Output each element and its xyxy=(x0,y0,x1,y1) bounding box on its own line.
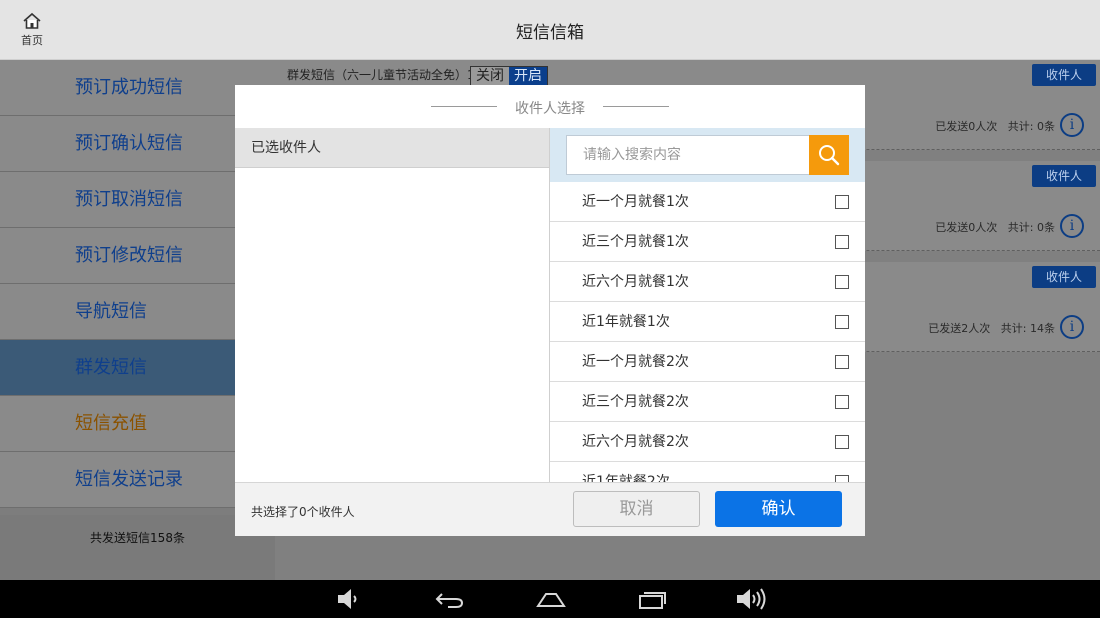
sent-count: 已发送2人次 xyxy=(928,322,991,335)
sidebar-item-sms-history[interactable]: 短信发送记录 xyxy=(0,452,235,508)
sidebar-total: 共发送短信158条 xyxy=(0,515,275,580)
recipient-button[interactable]: 收件人 xyxy=(1032,266,1096,288)
sms-total-count: 共发送短信158条 xyxy=(90,531,185,545)
system-nav-bar xyxy=(0,580,1100,618)
option-checkbox[interactable] xyxy=(835,355,849,369)
back-button[interactable] xyxy=(432,584,468,614)
option-checkbox[interactable] xyxy=(835,475,849,482)
recent-apps-icon xyxy=(639,592,666,609)
sidebar-item-booking-confirm[interactable]: 预订确认短信 xyxy=(0,116,235,172)
cancel-button[interactable]: 取消 xyxy=(573,491,700,527)
info-icon[interactable]: i xyxy=(1060,214,1084,238)
sidebar-item-sms-recharge[interactable]: 短信充值 xyxy=(0,396,235,452)
option-item[interactable]: 近1年就餐1次 xyxy=(550,302,865,342)
recent-apps-button[interactable] xyxy=(634,584,670,614)
search-button[interactable] xyxy=(809,135,849,175)
selected-count: 共选择了0个收件人 xyxy=(251,505,355,519)
back-icon xyxy=(435,593,464,608)
option-item[interactable]: 近1年就餐2次 xyxy=(550,462,865,482)
dialog-header: 收件人选择 xyxy=(235,85,865,128)
search-bar xyxy=(550,128,865,182)
page-title: 短信信箱 xyxy=(516,23,584,43)
sent-count: 已发送0人次 xyxy=(935,120,998,133)
card-title: 群发短信（六一儿童节活动全免）1 xyxy=(287,68,475,82)
option-label: 近1年就餐1次 xyxy=(582,314,670,330)
option-item[interactable]: 近六个月就餐1次 xyxy=(550,262,865,302)
toggle-off[interactable]: 关闭 xyxy=(471,67,509,85)
option-item[interactable]: 近一个月就餐1次 xyxy=(550,182,865,222)
title-bar: 首页 短信信箱 xyxy=(0,0,1100,60)
search-input[interactable] xyxy=(566,135,810,175)
option-checkbox[interactable] xyxy=(835,275,849,289)
total-count: 共计: 0条 xyxy=(1007,221,1055,234)
home-nav-icon xyxy=(536,593,566,607)
option-label: 近一个月就餐2次 xyxy=(582,354,689,370)
sent-info: 已发送0人次 共计: 0条 xyxy=(935,219,1055,235)
recipient-select-dialog: 收件人选择 已选收件人 近一个月就餐1次 近三个月就餐1次 近六个月就餐1次 近… xyxy=(235,85,865,536)
enable-toggle[interactable]: 关闭 开启 xyxy=(470,66,548,86)
selected-recipients-pane: 已选收件人 xyxy=(235,128,550,482)
confirm-button[interactable]: 确认 xyxy=(715,491,842,527)
recipient-button[interactable]: 收件人 xyxy=(1032,64,1096,86)
option-checkbox[interactable] xyxy=(835,315,849,329)
option-label: 近三个月就餐2次 xyxy=(582,394,689,410)
title-divider xyxy=(603,106,669,107)
sidebar: 预订成功短信 预订确认短信 预订取消短信 预订修改短信 导航短信 群发短信 短信… xyxy=(0,60,275,580)
recipient-button[interactable]: 收件人 xyxy=(1032,165,1096,187)
sidebar-item-navigation-sms[interactable]: 导航短信 xyxy=(0,284,235,340)
option-checkbox[interactable] xyxy=(835,435,849,449)
dialog-footer: 共选择了0个收件人 取消 确认 xyxy=(235,482,865,536)
option-checkbox[interactable] xyxy=(835,235,849,249)
sidebar-item-booking-modify[interactable]: 预订修改短信 xyxy=(0,228,235,284)
option-item[interactable]: 近三个月就餐2次 xyxy=(550,382,865,422)
recipient-option-list: 近一个月就餐1次 近三个月就餐1次 近六个月就餐1次 近1年就餐1次 近一个月就… xyxy=(550,182,865,482)
volume-down-button[interactable] xyxy=(333,584,363,614)
sidebar-item-mass-sms[interactable]: 群发短信 xyxy=(0,340,235,396)
info-icon[interactable]: i xyxy=(1060,315,1084,339)
info-icon[interactable]: i xyxy=(1060,113,1084,137)
option-checkbox[interactable] xyxy=(835,195,849,209)
recipient-options-pane: 近一个月就餐1次 近三个月就餐1次 近六个月就餐1次 近1年就餐1次 近一个月就… xyxy=(550,128,865,482)
sent-info: 已发送2人次 共计: 14条 xyxy=(928,320,1055,336)
home-nav-button[interactable] xyxy=(533,584,569,614)
option-item[interactable]: 近三个月就餐1次 xyxy=(550,222,865,262)
option-item[interactable]: 近一个月就餐2次 xyxy=(550,342,865,382)
total-count: 共计: 14条 xyxy=(1000,322,1055,335)
total-count: 共计: 0条 xyxy=(1007,120,1055,133)
option-label: 近一个月就餐1次 xyxy=(582,194,689,210)
volume-down-icon xyxy=(338,589,357,609)
sidebar-item-booking-cancel[interactable]: 预订取消短信 xyxy=(0,172,235,228)
option-item[interactable]: 近六个月就餐2次 xyxy=(550,422,865,462)
selected-recipients-header: 已选收件人 xyxy=(235,128,549,168)
option-checkbox[interactable] xyxy=(835,395,849,409)
toggle-on[interactable]: 开启 xyxy=(509,67,547,85)
dialog-title: 收件人选择 xyxy=(515,101,585,117)
sent-info: 已发送0人次 共计: 0条 xyxy=(935,118,1055,134)
volume-up-button[interactable] xyxy=(733,584,769,614)
sidebar-menu: 预订成功短信 预订确认短信 预订取消短信 预订修改短信 导航短信 群发短信 短信… xyxy=(0,60,235,508)
sent-count: 已发送0人次 xyxy=(935,221,998,234)
volume-up-icon xyxy=(737,588,766,610)
option-label: 近三个月就餐1次 xyxy=(582,234,689,250)
search-icon xyxy=(819,145,840,166)
sidebar-item-booking-success[interactable]: 预订成功短信 xyxy=(0,60,235,116)
option-label: 近六个月就餐2次 xyxy=(582,434,689,450)
option-label: 近六个月就餐1次 xyxy=(582,274,689,290)
option-label: 近1年就餐2次 xyxy=(582,474,670,482)
